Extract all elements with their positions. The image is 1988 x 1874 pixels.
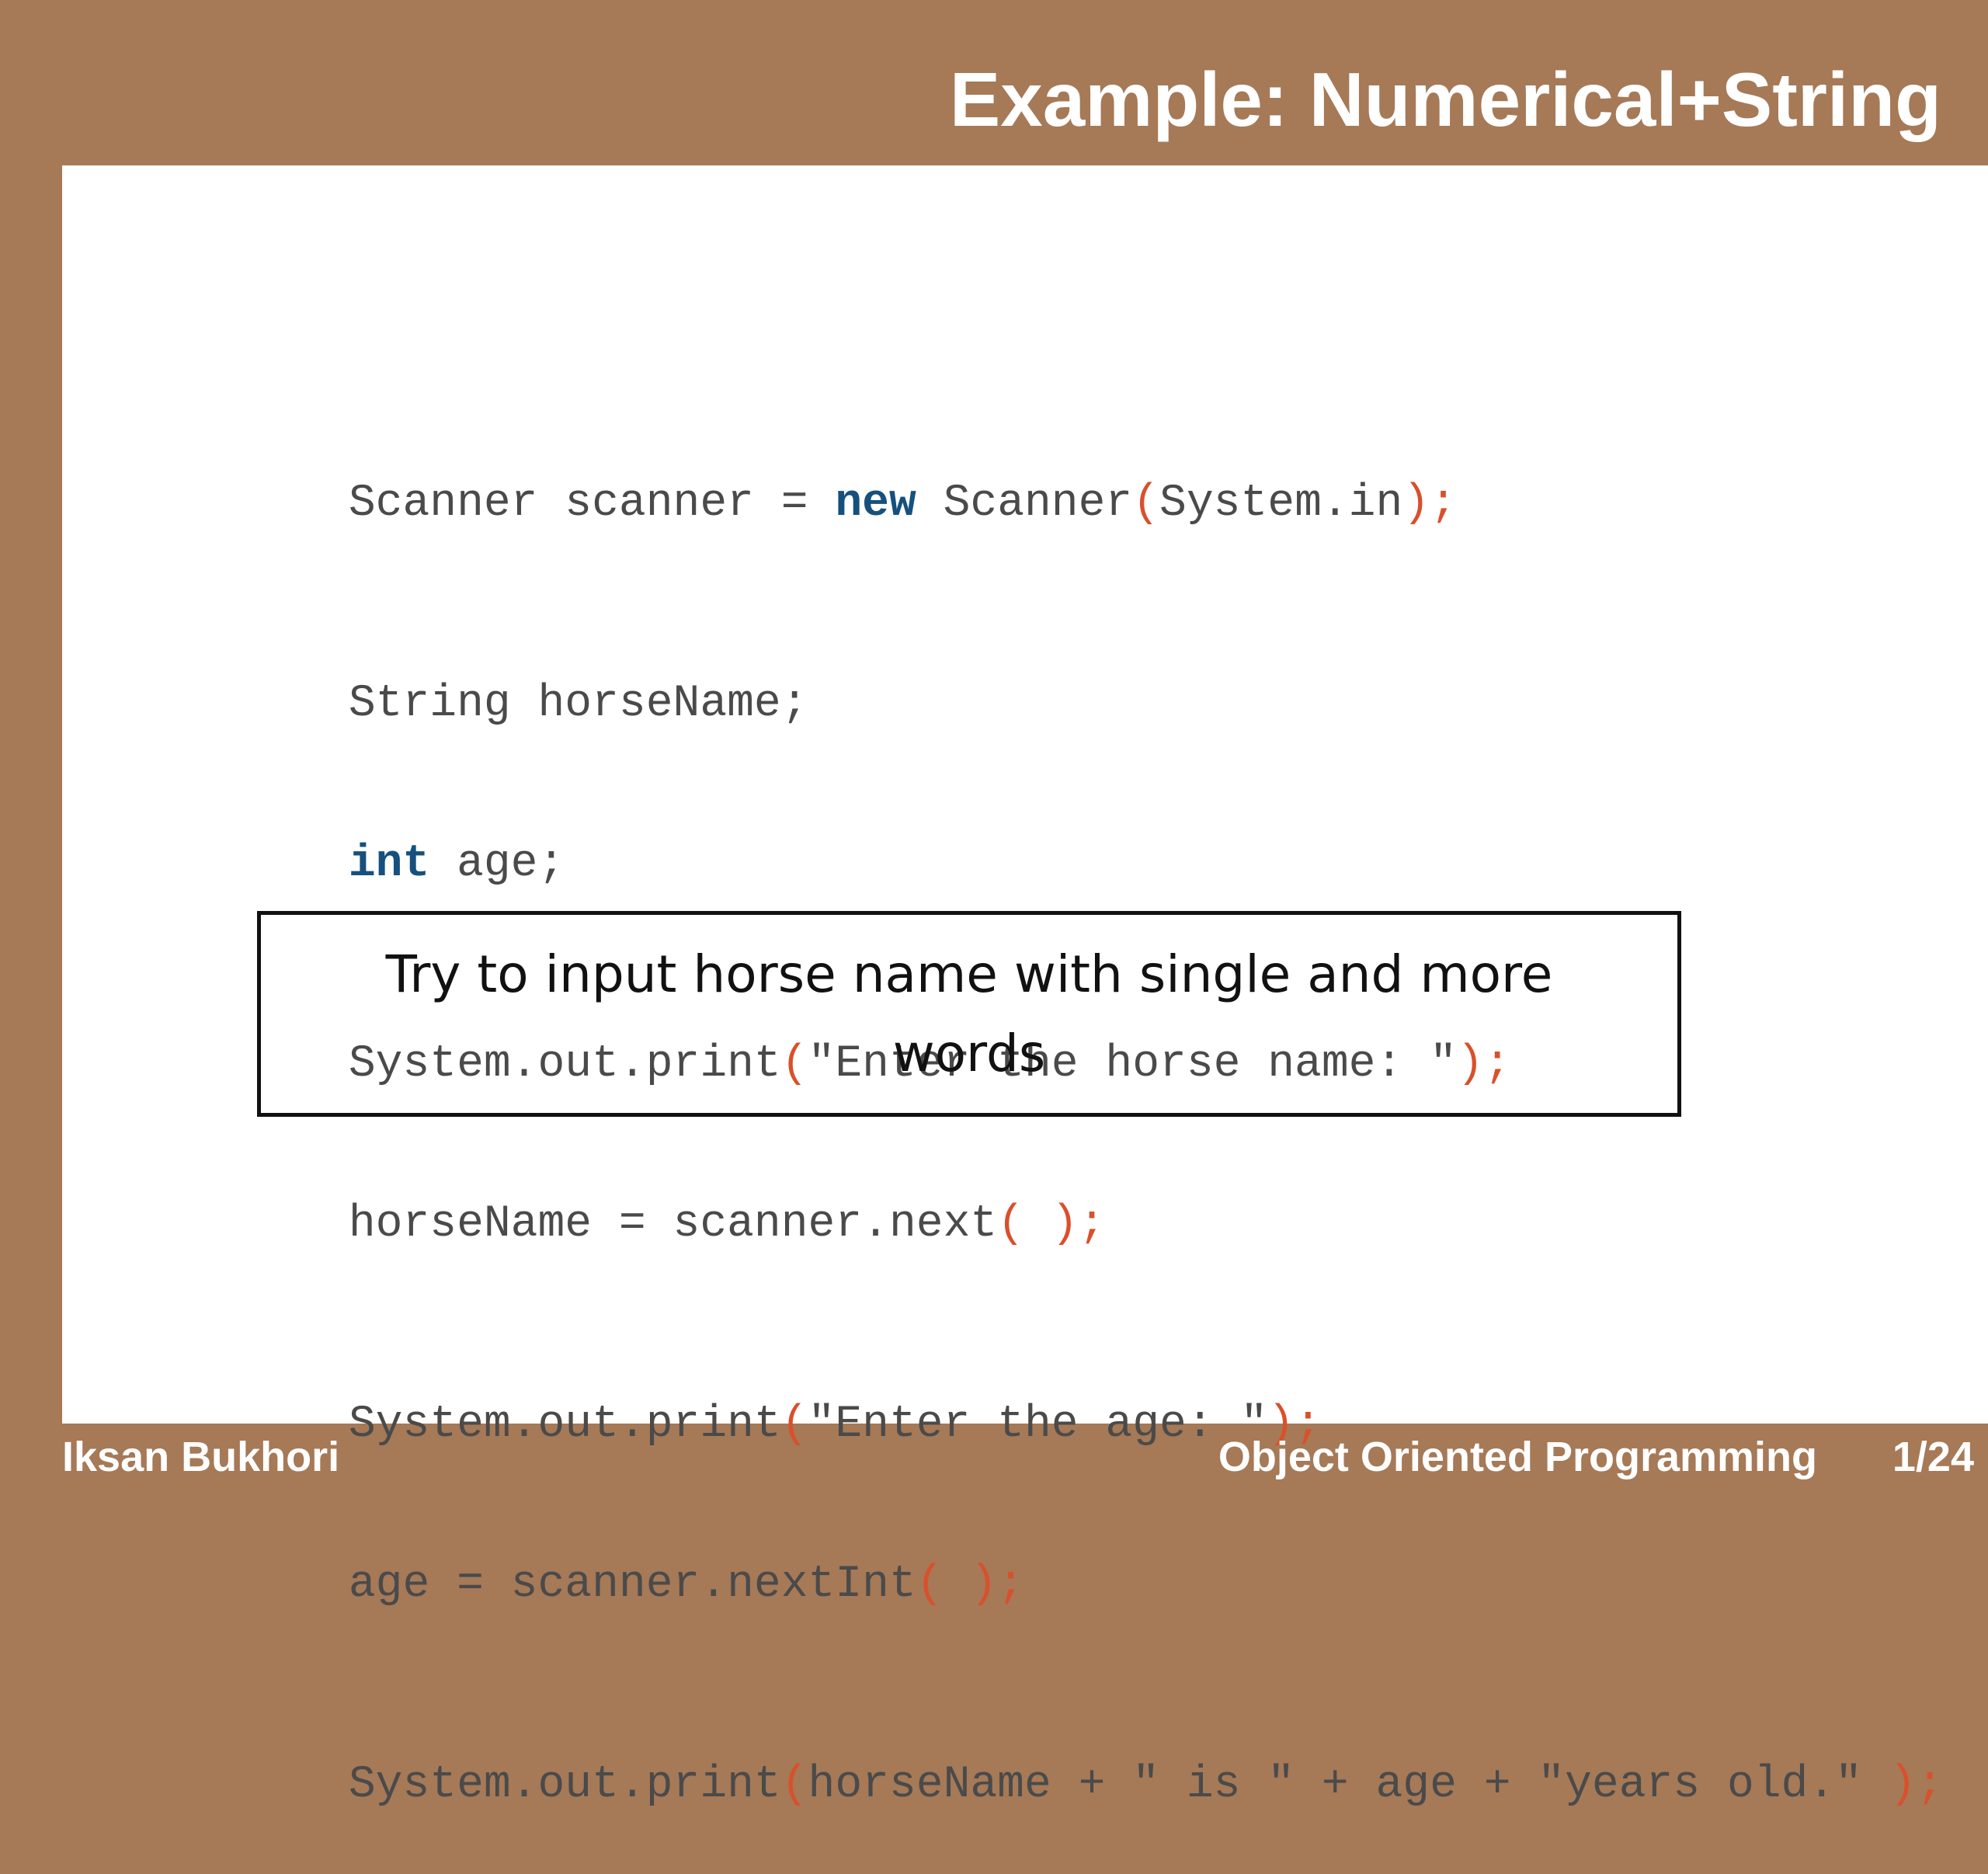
code-line-scanner: Scanner scanner = new Scanner(System.in)… — [186, 415, 1943, 529]
code-punctuation: ( — [1132, 478, 1160, 529]
slide-content: Scanner scanner = new Scanner(System.in)… — [62, 165, 1988, 1810]
code-punctuation: ( — [780, 1760, 808, 1810]
code-token: Scanner — [916, 478, 1133, 529]
code-token: System.out.print — [348, 1760, 781, 1810]
note-box: Try to input horse name with single and … — [257, 911, 1681, 1117]
footer-bar: Iksan Bukhori Object Oriented Programmin… — [0, 1424, 1988, 1491]
slide-title: Example: Numerical+String — [949, 57, 1941, 142]
code-line-print-result: System.out.print(horseName + " is " + ag… — [186, 1697, 1944, 1810]
footer-course-title: Object Oriented Programming — [1218, 1434, 1817, 1480]
code-token: age = scanner.nextInt — [348, 1559, 916, 1610]
code-line-print-age-prompt: System.out.print("Enter the age: "); — [186, 1337, 1943, 1450]
code-keyword: new — [835, 478, 916, 529]
code-token: String horseName; — [348, 679, 808, 729]
code-punctuation: ); — [1889, 1760, 1944, 1810]
code-line-int-decl: int age; — [186, 776, 1943, 889]
footer-author: Iksan Bukhori — [62, 1434, 340, 1480]
code-punctuation: ); — [1402, 478, 1457, 529]
code-line-read-name: horseName = scanner.next( ); — [186, 1136, 1943, 1250]
code-token: horseName + " is " + age + "years old." — [808, 1760, 1889, 1810]
code-keyword: int — [348, 839, 430, 889]
code-token: System.in — [1159, 478, 1403, 529]
code-punctuation: ( ); — [916, 1559, 1024, 1610]
note-text: Try to input horse name with single and … — [385, 944, 1553, 1083]
page-number: 1/24 — [1892, 1434, 1974, 1480]
code-line-read-age: age = scanner.nextInt( ); — [186, 1497, 1943, 1610]
code-token: age; — [429, 839, 565, 889]
code-token: Scanner scanner = — [348, 478, 836, 529]
code-token: horseName = scanner.next — [348, 1199, 998, 1250]
code-punctuation: ( ); — [997, 1199, 1106, 1250]
code-line-string-decl: String horseName; — [186, 616, 1943, 729]
